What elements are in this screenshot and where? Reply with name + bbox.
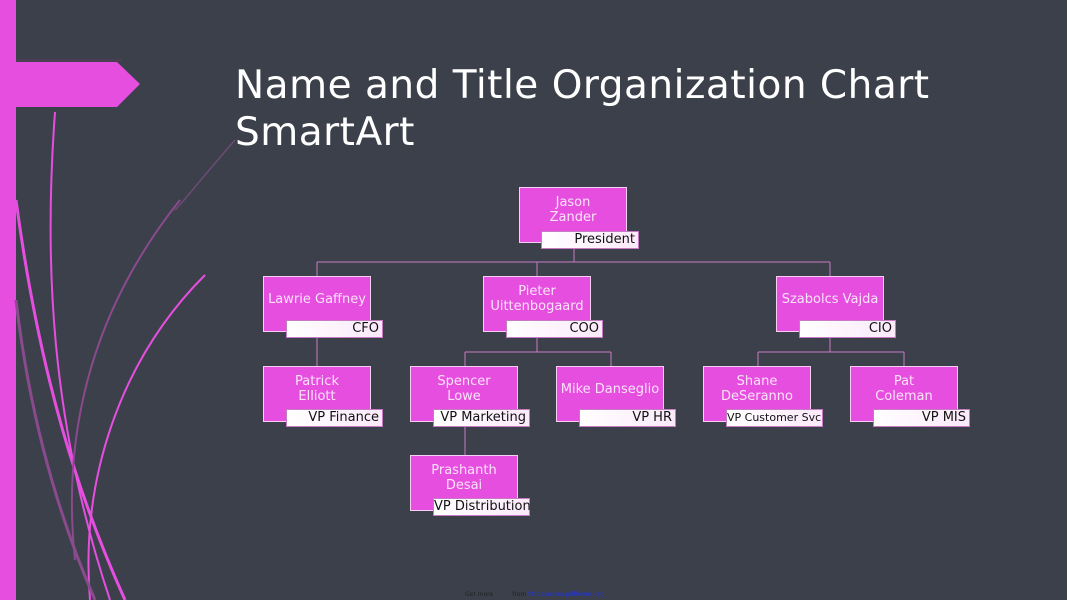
- node-name: Spencer Lowe: [437, 374, 491, 404]
- node-name: Mike Danseglio: [560, 381, 660, 397]
- node-title-cio: CIO: [799, 320, 896, 338]
- node-name: Szabolcs Vajda: [781, 291, 879, 307]
- footer-from: from: [512, 591, 527, 598]
- node-title-coo: COO: [506, 320, 603, 338]
- node-name: Lawrie Gaffney: [268, 291, 366, 307]
- node-name: Pieter Uittenbogaard: [490, 284, 584, 314]
- node-name: Prashanth Desai: [431, 463, 497, 493]
- node-name: Jason Zander: [549, 195, 597, 225]
- footer-get-more: Get more: [465, 591, 494, 598]
- node-name: Shane DeSeranno: [720, 374, 793, 404]
- node-title-cfo: CFO: [286, 320, 383, 338]
- node-name: Pat Coleman: [875, 374, 933, 404]
- node-title-vp-customer-svc: VP Customer Svc: [726, 409, 823, 427]
- node-title-vp-mis: VP MIS: [873, 409, 970, 427]
- node-title-vp-hr: VP HR: [579, 409, 676, 427]
- footer-link[interactable]: https://www.pdfforms.org: [528, 591, 604, 598]
- node-title-vp-marketing: VP Marketing: [433, 409, 530, 427]
- footer-credit: Get more from https://www.pdfforms.org: [465, 591, 604, 598]
- node-name: Patrick Elliott: [295, 374, 339, 404]
- node-title-vp-distribution: VP Distribution: [433, 498, 531, 516]
- node-title-president: President: [541, 231, 639, 249]
- node-title-vp-finance: VP Finance: [286, 409, 383, 427]
